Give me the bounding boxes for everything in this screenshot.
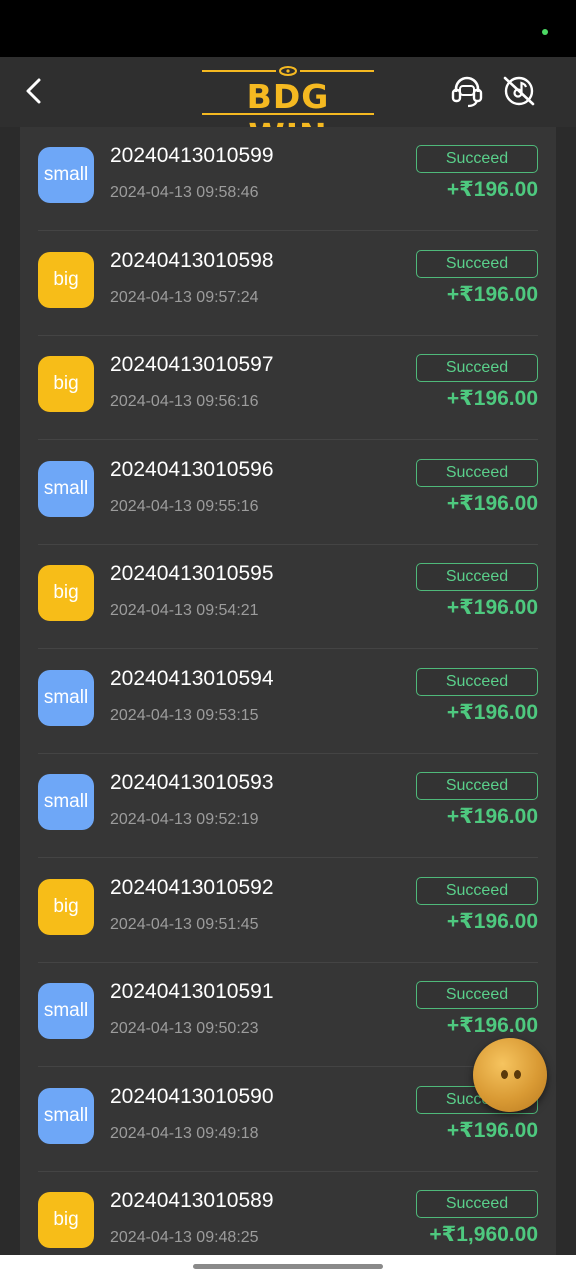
order-amount: +₹196.00 (446, 282, 538, 306)
transaction-row[interactable]: small 20240413010590 2024-04-13 09:49:18 Su… (38, 1068, 538, 1172)
music-off-icon (503, 76, 535, 106)
mascot-left-eye (501, 1070, 508, 1079)
order-timestamp: 2024-04-13 09:52:19 (110, 811, 259, 828)
order-number: 20240413010590 (110, 1084, 274, 1108)
order-timestamp: 2024-04-13 09:50:23 (110, 1020, 259, 1037)
order-number: 20240413010591 (110, 980, 274, 1003)
app-header: BDG WIN (0, 57, 576, 155)
brand-logo: BDG WIN (202, 66, 374, 155)
order-number: 20240413010598 (110, 248, 274, 272)
order-amount: +₹196.00 (446, 387, 538, 410)
transaction-row[interactable]: small 20240413010591 2024-04-13 09:50:23 Su… (38, 963, 538, 1067)
status-badge: Succeed (416, 667, 538, 696)
mascot-right-eye (514, 1070, 521, 1079)
bet-type-badge: small (38, 147, 94, 203)
bet-type-badge: big (38, 251, 94, 308)
transaction-row[interactable]: small 20240413010599 2024-04-13 09:58:46 Su… (38, 127, 538, 231)
floating-mascot-button[interactable] (473, 1038, 547, 1112)
order-amount: +₹196.00 (446, 1118, 538, 1142)
order-timestamp: 2024-04-13 09:54:21 (110, 602, 259, 619)
order-number: 20240413010593 (110, 771, 274, 794)
status-badge: Succeed (416, 981, 538, 1009)
status-badge: Succeed (416, 145, 538, 173)
home-indicator[interactable] (193, 1264, 383, 1269)
order-amount: +₹196.00 (446, 700, 538, 724)
customer-support-button[interactable] (449, 73, 485, 109)
order-timestamp: 2024-04-13 09:56:16 (110, 393, 259, 410)
order-timestamp: 2024-04-13 09:58:46 (110, 184, 259, 201)
transaction-row[interactable]: big 20240413010597 2024-04-13 09:56:16 Succ… (38, 336, 538, 440)
order-timestamp: 2024-04-13 09:57:24 (110, 288, 259, 306)
status-badge: Succeed (416, 249, 538, 278)
logo-top-line-left (202, 70, 276, 72)
order-timestamp: 2024-04-13 09:49:18 (110, 1124, 259, 1142)
status-badge: Succeed (416, 876, 538, 905)
transaction-row[interactable]: big 20240413010592 2024-04-13 09:51:45 Succ… (38, 859, 538, 963)
transaction-row[interactable]: big 20240413010595 2024-04-13 09:54:21 Succ… (38, 545, 538, 649)
order-number: 20240413010599 (110, 144, 274, 167)
order-timestamp: 2024-04-13 09:53:15 (110, 706, 259, 724)
bet-type-badge: small (38, 1087, 94, 1144)
transaction-row[interactable]: small 20240413010594 2024-04-13 09:53:15 Su… (38, 650, 538, 754)
order-number: 20240413010597 (110, 353, 274, 376)
sound-toggle-button[interactable] (501, 73, 537, 109)
bet-type-badge: big (38, 1192, 94, 1248)
bet-type-badge: big (38, 565, 94, 621)
logo-bottom-line (202, 113, 374, 115)
transaction-row[interactable]: small 20240413010593 2024-04-13 09:52:19 Su… (38, 754, 538, 858)
order-number: 20240413010592 (110, 875, 274, 899)
bet-type-badge: big (38, 356, 94, 412)
order-amount: +₹196.00 (446, 178, 538, 201)
order-amount: +₹196.00 (446, 805, 538, 828)
bet-type-badge: small (38, 669, 94, 726)
status-badge: Succeed (416, 458, 538, 487)
order-amount: +₹1,960.00 (429, 1223, 538, 1246)
status-badge: Succeed (416, 563, 538, 591)
status-badge: Succeed (416, 772, 538, 800)
bet-type-badge: small (38, 983, 94, 1039)
chevron-left-icon (26, 78, 41, 104)
status-badge: Succeed (416, 354, 538, 382)
ornament-icon (279, 66, 297, 76)
transaction-row[interactable]: big 20240413010589 2024-04-13 09:48:25 Succ… (38, 1172, 538, 1255)
order-amount: +₹196.00 (446, 596, 538, 619)
privacy-indicator-icon (542, 29, 548, 35)
order-number: 20240413010594 (110, 666, 274, 690)
system-status-bar (0, 0, 576, 57)
order-timestamp: 2024-04-13 09:48:25 (110, 1229, 259, 1246)
bet-type-badge: small (38, 460, 94, 517)
order-timestamp: 2024-04-13 09:55:16 (110, 497, 259, 515)
transaction-row[interactable]: small 20240413010596 2024-04-13 09:55:16 Su… (38, 441, 538, 545)
transaction-row[interactable]: big 20240413010598 2024-04-13 09:57:24 Succ… (38, 232, 538, 336)
logo-top-line-right (300, 70, 374, 72)
order-amount: +₹196.00 (446, 909, 538, 933)
back-button[interactable] (14, 71, 54, 111)
system-navigation-bar (0, 1255, 576, 1280)
order-number: 20240413010595 (110, 562, 274, 585)
bet-type-badge: big (38, 878, 94, 935)
order-timestamp: 2024-04-13 09:51:45 (110, 915, 259, 933)
order-number: 20240413010589 (110, 1189, 274, 1212)
order-amount: +₹196.00 (446, 1014, 538, 1037)
bet-type-badge: small (38, 774, 94, 830)
status-badge: Succeed (416, 1190, 538, 1218)
order-number: 20240413010596 (110, 457, 274, 481)
headset-icon (451, 76, 483, 108)
order-amount: +₹196.00 (446, 491, 538, 515)
